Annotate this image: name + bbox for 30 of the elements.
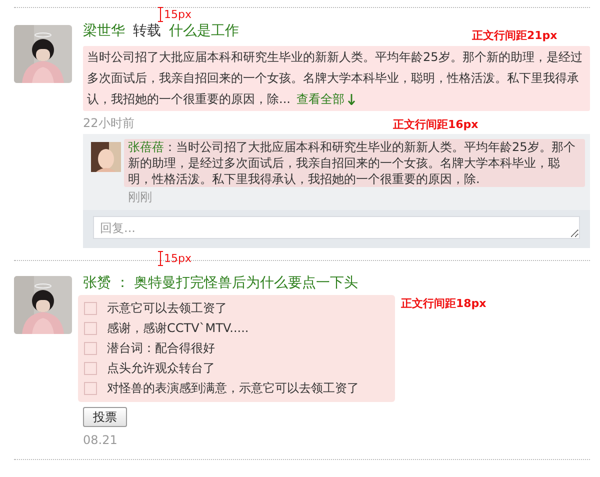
author-name[interactable]: 梁世华 (83, 22, 125, 40)
annotation-text: 正文行间距18px (401, 297, 486, 311)
post-time: 22小时前 (83, 116, 134, 130)
checkbox[interactable] (84, 382, 97, 394)
option-label: 示意它可以去领工资了 (107, 300, 227, 316)
comment-time: 刚刚 (128, 190, 152, 204)
checkbox[interactable] (84, 302, 97, 314)
reply-field[interactable]: 回复... (93, 216, 580, 239)
annotation-text: 15px (164, 8, 192, 22)
option-label: 点头允许观众转台了 (107, 360, 215, 376)
post-time: 08.21 (83, 433, 118, 447)
spacing-marker-icon (158, 251, 163, 266)
poll-title: 张赟 ： 奥特曼打完怪兽后为什么要点一下头 (83, 274, 358, 292)
vote-button[interactable]: 投票 (83, 407, 127, 427)
comment-text: 张蓓蓓：当时公司招了大批应届本科和研究生毕业的新新人类。平均年龄25岁。那个新的助理，是经过多次面试后，我亲自招回来的一个女孩。名牌大学本科毕业，聪明，性格活泼。私下里我得承认，我招她的一个很重要的原因，除. (124, 139, 585, 187)
checkbox[interactable] (84, 362, 97, 374)
checkbox[interactable] (84, 322, 97, 334)
post-body: 当时公司招了大批应届本科和研究生毕业的新新人类。平均年龄25岁。那个新的助理，是经过多次面试后，我亲自招回来的一个女孩。名牌大学本科毕业，聪明，性格活泼。私下里我得承认，我招她的一个很重要的原因，除... 查看全部 (83, 46, 590, 111)
annotation-text: 15px (164, 252, 192, 266)
spacing-marker-icon (158, 7, 163, 22)
annotation-text: 正文行间距16px (393, 118, 478, 132)
post-title[interactable]: 什么是工作 (169, 22, 239, 40)
down-arrow-icon (348, 94, 356, 105)
option-label: 感谢，感谢CCTV`MTV..... (107, 320, 249, 336)
annotation-text: 正文行间距21px (472, 29, 558, 43)
checkbox[interactable] (84, 342, 97, 354)
option-label: 对怪兽的表演感到满意，示意它可以去领工资了 (107, 380, 359, 396)
option-label: 潜台词：配合得很好 (107, 340, 215, 356)
expand-link[interactable]: 查看全部 (296, 92, 356, 106)
action-label: 转载 (133, 22, 161, 40)
